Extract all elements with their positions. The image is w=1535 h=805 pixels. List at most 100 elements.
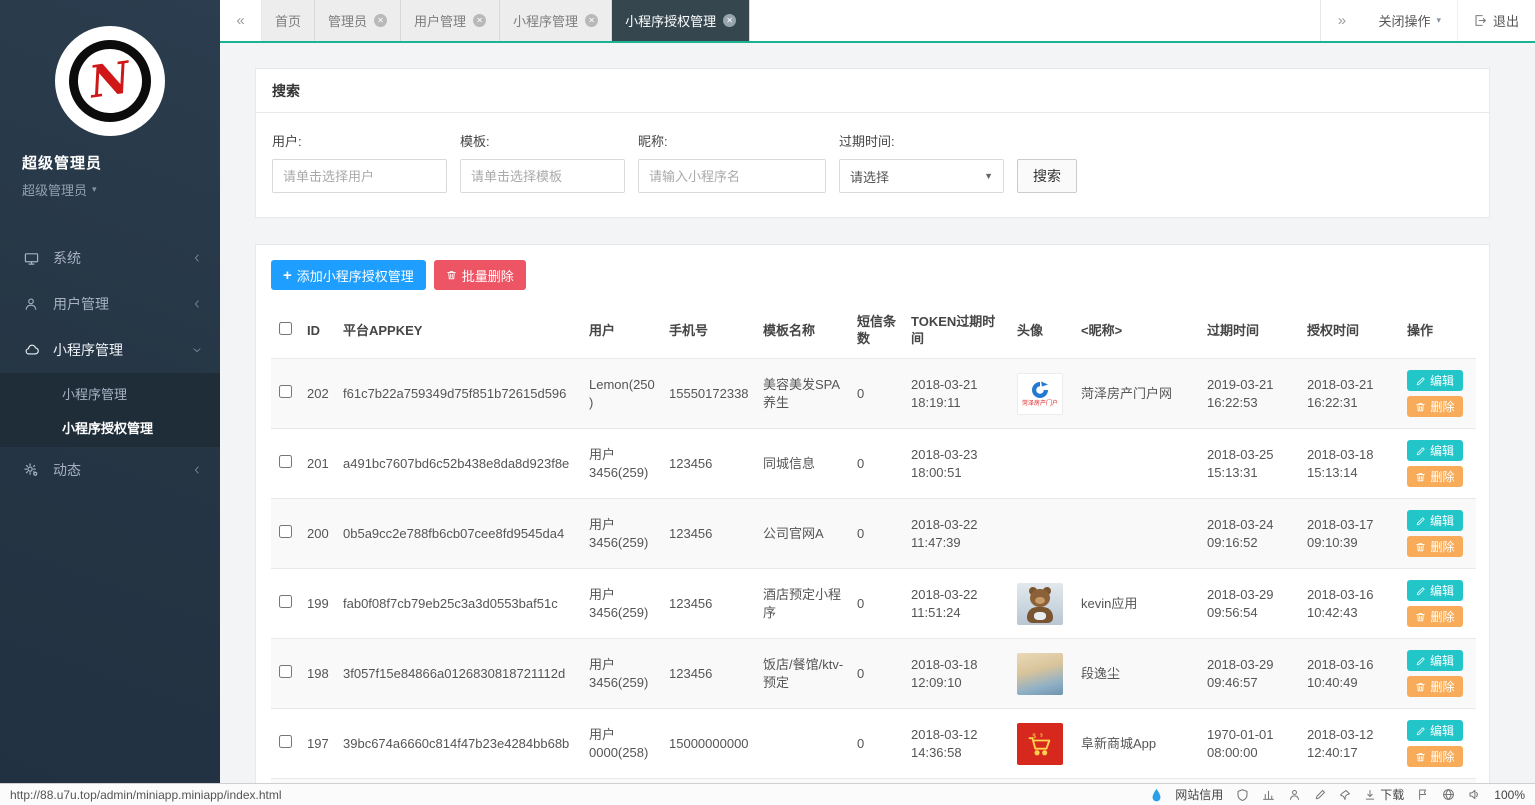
droplet-icon[interactable] [1151, 788, 1162, 802]
batch-delete-button[interactable]: 批量删除 [434, 260, 526, 290]
cell-auth-time: 2018-03-12 12:40:17 [1301, 709, 1401, 779]
list-panel: + 添加小程序授权管理 批量删除 ID平台APPKEY用户手机号模板名称短信条数… [255, 244, 1490, 783]
chevron-left-icon [192, 253, 202, 263]
cell-expire: 1970-01-01 08:00:00 [1201, 709, 1301, 779]
row-checkbox[interactable] [279, 595, 292, 608]
cell-template: 同城信息 [757, 429, 851, 499]
pen-icon[interactable] [1314, 789, 1326, 801]
cell-appkey: f61c7b22a759349d75f851b72615d596 [337, 359, 583, 429]
delete-button[interactable]: 删除 [1407, 606, 1463, 627]
user-input[interactable] [272, 159, 447, 193]
zoom-level[interactable]: 100% [1494, 788, 1525, 802]
cell-phone: 123456 [663, 569, 757, 639]
row-checkbox[interactable] [279, 665, 292, 678]
close-operations-dropdown[interactable]: 关闭操作 ▾ [1362, 0, 1457, 41]
cell-phone: 123456 [663, 639, 757, 709]
edit-button[interactable]: 编辑 [1407, 580, 1463, 601]
edit-button[interactable]: 编辑 [1407, 440, 1463, 461]
cell-expire: 2019-03-21 16:22:53 [1201, 359, 1301, 429]
cell-nickname [1075, 499, 1201, 569]
tab-close-icon[interactable]: ✕ [723, 14, 736, 27]
sidebar-item-label: 系统 [53, 248, 192, 268]
tab-miniapp-management[interactable]: 小程序管理 ✕ [500, 0, 612, 41]
tab-user-management[interactable]: 用户管理✕ [401, 0, 500, 41]
cell-avatar [1011, 429, 1075, 499]
search-button[interactable]: 搜索 [1017, 159, 1077, 193]
field-label: 模板: [460, 131, 625, 150]
tab-close-icon[interactable]: ✕ [374, 14, 387, 27]
edit-button[interactable]: 编辑 [1407, 510, 1463, 531]
edit-button[interactable]: 编辑 [1407, 720, 1463, 741]
plus-icon: + [283, 268, 292, 283]
globe-icon[interactable] [1442, 788, 1455, 801]
column-header: TOKEN过期时间 [905, 302, 1011, 359]
sidebar-item-miniapp-management[interactable]: 小程序管理 [0, 327, 220, 373]
cell-user: 用户3456(259) [583, 499, 663, 569]
cell-nickname: kevin应用 [1075, 569, 1201, 639]
caret-down-icon: ▾ [92, 184, 97, 195]
cell-template: 美容美发SPA养生 [757, 359, 851, 429]
column-header: 操作 [1401, 302, 1476, 359]
cell-token-expire: 2018-03-22 11:47:39 [905, 499, 1011, 569]
cell-token-expire: 2018-03-22 11:51:24 [905, 569, 1011, 639]
topbar-right: » 关闭操作 ▾ 退出 [1320, 0, 1535, 41]
shield-icon[interactable] [1236, 788, 1249, 802]
tabs-scroll-left-button[interactable]: « [220, 0, 262, 41]
select-all-checkbox[interactable] [279, 322, 292, 335]
delete-button[interactable]: 删除 [1407, 676, 1463, 697]
logout-button[interactable]: 退出 [1457, 0, 1535, 41]
tab-close-icon[interactable]: ✕ [473, 14, 486, 27]
sidebar-item-system[interactable]: 系统 [0, 235, 220, 281]
edit-icon [1416, 376, 1426, 386]
trash-icon [1415, 681, 1426, 693]
nickname-input[interactable] [638, 159, 826, 193]
template-input[interactable] [460, 159, 625, 193]
row-checkbox[interactable] [279, 735, 292, 748]
edit-button[interactable]: 编辑 [1407, 370, 1463, 391]
row-checkbox[interactable] [279, 455, 292, 468]
pin-icon[interactable] [1339, 789, 1351, 801]
delete-button[interactable]: 删除 [1407, 536, 1463, 557]
speaker-icon[interactable] [1468, 788, 1481, 801]
delete-button[interactable]: 删除 [1407, 746, 1463, 767]
cell-avatar: $$ [1011, 709, 1075, 779]
add-authorization-button[interactable]: + 添加小程序授权管理 [271, 260, 426, 290]
delete-button[interactable]: 删除 [1407, 466, 1463, 487]
edit-button[interactable]: 编辑 [1407, 650, 1463, 671]
sidebar-menu: 系统用户管理小程序管理小程序管理小程序授权管理动态 [0, 235, 220, 493]
column-header: ID [301, 302, 337, 359]
cell-sms-count: 0 [851, 709, 905, 779]
tab-miniapp-auth[interactable]: 小程序授权管理✕ [612, 0, 750, 41]
row-checkbox[interactable] [279, 525, 292, 538]
tab-label: 小程序管理 [513, 11, 578, 30]
field-label: 昵称: [638, 131, 826, 150]
sidebar-subitem-miniapp-manage[interactable]: 小程序管理 [0, 376, 220, 410]
tabs-scroll-right-button[interactable]: » [1320, 0, 1362, 41]
expire-time-select[interactable]: 请选择▼ [839, 159, 1004, 193]
tab-admin[interactable]: 管理员✕ [315, 0, 401, 41]
table-header-row: ID平台APPKEY用户手机号模板名称短信条数TOKEN过期时间头像<昵称>过期… [271, 302, 1476, 359]
chart-icon[interactable] [1262, 788, 1275, 801]
download-button[interactable]: 下载 [1364, 786, 1404, 803]
delete-button[interactable]: 删除 [1407, 396, 1463, 417]
cell-token-expire: 2018-03-18 12:09:10 [905, 639, 1011, 709]
profile-name: 超级管理员 [22, 152, 198, 173]
tab-home[interactable]: 首页 [262, 0, 315, 41]
sidebar-item-dynamic[interactable]: 动态 [0, 447, 220, 493]
cell-appkey: 39bc674a6660c814f47b23e4284bb68b [337, 709, 583, 779]
column-header: 过期时间 [1201, 302, 1301, 359]
sidebar-subitem-miniapp-auth[interactable]: 小程序授权管理 [0, 410, 220, 444]
trash-icon [1415, 471, 1426, 483]
cell-expire: 2018-03-29 09:56:54 [1201, 569, 1301, 639]
cell-sms-count: 0 [851, 499, 905, 569]
site-credit-label[interactable]: 网站信用 [1175, 786, 1223, 803]
sidebar-item-user-management[interactable]: 用户管理 [0, 281, 220, 327]
row-checkbox[interactable] [279, 385, 292, 398]
person-icon[interactable] [1288, 788, 1301, 801]
cell-template: 饭店/餐馆/ktv-预定 [757, 639, 851, 709]
profile-role-dropdown[interactable]: 超级管理员 ▾ [22, 180, 198, 199]
monitor-icon [24, 251, 50, 266]
trash-icon [1415, 401, 1426, 413]
tab-close-icon[interactable]: ✕ [585, 14, 598, 27]
flag-icon[interactable] [1417, 788, 1429, 801]
